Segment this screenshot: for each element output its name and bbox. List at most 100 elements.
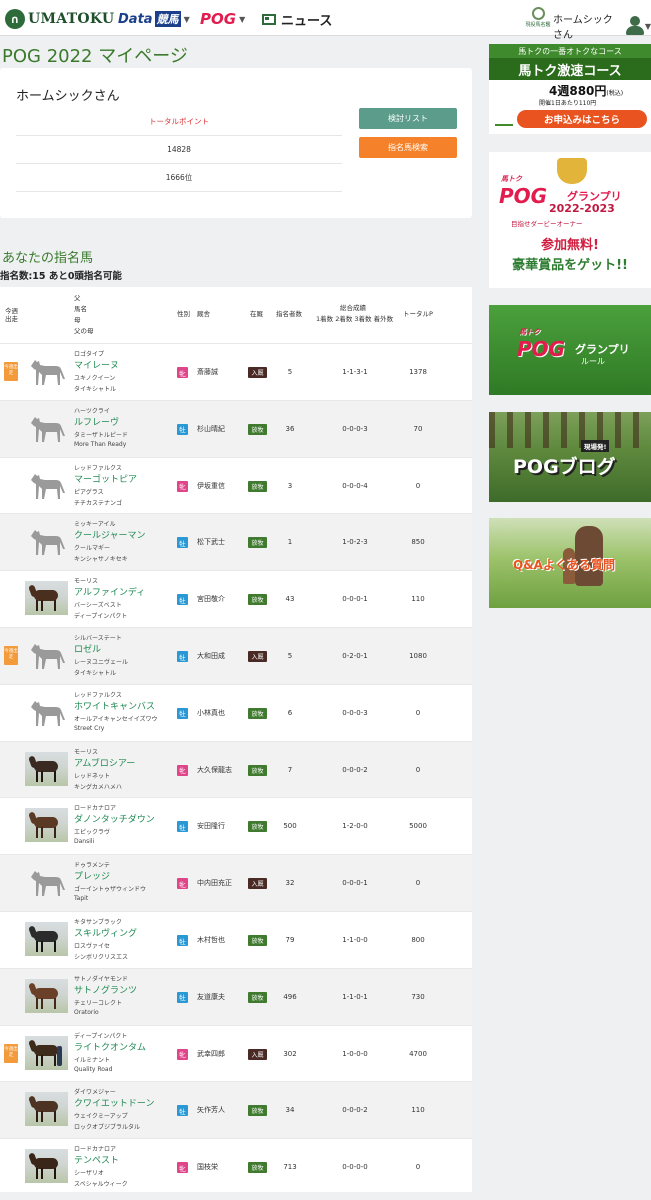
horse-name-link[interactable]: サトノグランツ: [74, 983, 137, 996]
stable-status-badge: 放牧: [248, 1162, 267, 1174]
pog-grandprix-banner[interactable]: 馬トク POG グランプリ 2022-2023 目指せダービーオーナー 参加無料…: [489, 152, 651, 288]
pog-rules-banner[interactable]: 馬トク POG グランプリ ルール: [489, 305, 651, 395]
total-points: 730: [411, 992, 425, 1001]
horse-name-link[interactable]: アルファインディ: [74, 585, 145, 598]
sire-name: ロードカナロア: [74, 1146, 117, 1154]
horse-name-link[interactable]: ロゼル: [74, 642, 101, 655]
sire-name: ドゥラメンテ: [74, 862, 110, 870]
nomination-count: 500: [283, 822, 297, 831]
profile-card: ホームシックさん トータルポイント 14828 1666位 検討リスト 指名馬検…: [0, 68, 472, 218]
user-menu[interactable]: ホームシックさん ▼: [553, 11, 651, 41]
header-damsire: 父の母: [74, 327, 94, 335]
sire-name: レッドファルクス: [74, 691, 122, 699]
horse-name-link[interactable]: プレッジ: [74, 869, 110, 882]
damsire-name: ディープインパクト: [74, 613, 128, 621]
horse-photo[interactable]: [25, 808, 68, 843]
dam-name: バーシーズベスト: [74, 602, 122, 610]
nomination-count: 36: [285, 424, 295, 433]
horse-silhouette-icon: [31, 530, 65, 556]
sex-badge: 牡: [177, 707, 188, 719]
damsire-name: Tapit: [74, 895, 89, 903]
ad2-free: 参加無料!: [541, 238, 599, 253]
rank-value: 1666位: [16, 164, 342, 192]
damsire-name: ロックオブジブラルタル: [74, 1124, 141, 1132]
horse-photo[interactable]: [25, 751, 68, 786]
trainer-name: 伊坂重信: [197, 481, 225, 490]
gekisoku-course-banner[interactable]: 馬トクの一番オトクなコース 馬トク激速コース 4週880円(税込) 開催1日あた…: [489, 44, 651, 134]
nav-data-sublabel: 競馬: [154, 11, 181, 27]
horse-name-link[interactable]: マイレーヌ: [74, 358, 119, 371]
sire-name: ダイワメジャー: [74, 1089, 116, 1097]
trainer-name: 矢作芳人: [197, 1106, 225, 1115]
sex-badge: 牡: [177, 935, 188, 946]
nav-data-keiba[interactable]: Data 競馬 ▼: [118, 10, 190, 28]
stable-status-badge: 放牧: [248, 935, 267, 946]
faq-banner[interactable]: Q&Aよくある質問: [489, 518, 651, 608]
dam-name: チェリーコレクト: [74, 999, 123, 1007]
header-sex: 性別: [177, 310, 190, 318]
dam-name: クールマギー: [74, 545, 111, 553]
nav-news[interactable]: ニュース: [262, 10, 332, 29]
dam-name: ピアグラス: [74, 488, 104, 496]
horse-name-link[interactable]: ダノンタッチダウン: [74, 812, 155, 825]
horse-name-link[interactable]: クールジャーマン: [74, 528, 146, 541]
section-title: あなたの指名馬: [2, 251, 94, 266]
race-record: 0-0-0-4: [342, 481, 368, 490]
profile-name: ホームシックさん: [16, 89, 120, 104]
horse-name-link[interactable]: クワイエットドーン: [74, 1096, 154, 1109]
nav-pog[interactable]: POG ▼: [200, 10, 245, 28]
horse-photo[interactable]: [25, 1149, 68, 1184]
horse-name-link[interactable]: テンペスト: [74, 1153, 119, 1166]
total-points: 0: [415, 708, 421, 717]
nomination-count: 302: [283, 1049, 297, 1058]
user-avatar-icon: [625, 16, 645, 36]
table-row: モーリス アムブロシアー レッドネット キングカメハメハ 牝大久保龍志 放牧 7 0-0-0-…: [0, 740, 472, 798]
sex-badge: 牡: [177, 821, 188, 833]
horse-photo[interactable]: [25, 978, 68, 1013]
ad1-price: 4週880円(税込): [549, 84, 624, 98]
horse-name-link[interactable]: ルフレーヴ: [74, 415, 119, 428]
race-record: 1-1-0-1: [342, 992, 368, 1001]
umatoku-logo[interactable]: ∩ UMATOKU: [5, 8, 114, 30]
stable-status-badge: 放牧: [248, 764, 267, 776]
ad3-pog: POG: [517, 337, 566, 361]
total-points: 5000: [409, 822, 427, 831]
horse-photo[interactable]: [25, 1092, 68, 1127]
horse-search-button[interactable]: 指名馬検索: [359, 137, 457, 158]
header-shusou: 出走: [5, 315, 18, 323]
horse-photo[interactable]: [25, 1035, 68, 1070]
horse-name-link[interactable]: ホワイトキャンバス: [74, 699, 155, 712]
table-row: モーリス アルファインディ バーシーズベスト ディープインパクト 牡宮田敬介 放牧 43 0-…: [0, 570, 472, 627]
profile-stats: トータルポイント 14828 1666位: [16, 108, 342, 192]
horse-name-link[interactable]: マーゴットピア: [74, 472, 137, 485]
sire-name: ミッキーアイル: [74, 521, 116, 529]
nomination-count: 3: [287, 481, 293, 490]
table-row: キタサンブラック スキルヴィング ロスヴァイセ シンボリクリスエス 牡 木村哲也 放牧 79 1…: [0, 911, 472, 968]
race-record: 0-0-0-1: [342, 879, 368, 888]
horse-directory-link[interactable]: 現役馬名鑑: [526, 7, 551, 31]
ad1-title: 馬トク激速コース: [489, 58, 651, 80]
horse-silhouette-icon: [31, 473, 65, 499]
this-week-race-badge: 今週出走: [4, 1043, 18, 1063]
total-points: 0: [415, 481, 421, 490]
horse-photo[interactable]: [25, 922, 68, 956]
pog-blog-banner[interactable]: 現場発! POGブログ: [489, 412, 651, 502]
dam-name: イルミナント: [74, 1056, 111, 1064]
header-name: 馬名: [74, 305, 87, 313]
race-record: 1-0-2-3: [342, 538, 368, 547]
horse-photo[interactable]: [25, 581, 68, 616]
nomination-count: 5: [287, 652, 293, 660]
stable-status-badge: 入厩: [248, 367, 267, 378]
table-row: ドゥラメンテ プレッジ ゴーイントゥザウィンドウ Tapit 牝中内田充正 入厩 32 0-0…: [0, 854, 472, 912]
race-record: 1-1-0-0: [342, 936, 368, 944]
horse-name-link[interactable]: ライトクオンタム: [74, 1040, 146, 1053]
header-sire: 父: [74, 294, 81, 302]
ad3-brand: 馬トク: [519, 328, 540, 336]
chevron-down-icon: ▼: [239, 14, 246, 24]
top-header: ∩ UMATOKU Data 競馬 ▼ POG ▼ ニュース 現役馬名鑑 ホーム…: [0, 0, 651, 41]
table-row: ロードカナロア テンペスト シーザリオ スペシャルウィーク 牝国枝栄 放牧 713 0-0-0…: [0, 1138, 472, 1195]
watch-list-button[interactable]: 検討リスト: [359, 108, 457, 129]
damsire-name: Dansili: [74, 838, 95, 846]
horse-name-link[interactable]: スキルヴィング: [74, 926, 137, 939]
horse-name-link[interactable]: アムブロシアー: [74, 756, 135, 769]
